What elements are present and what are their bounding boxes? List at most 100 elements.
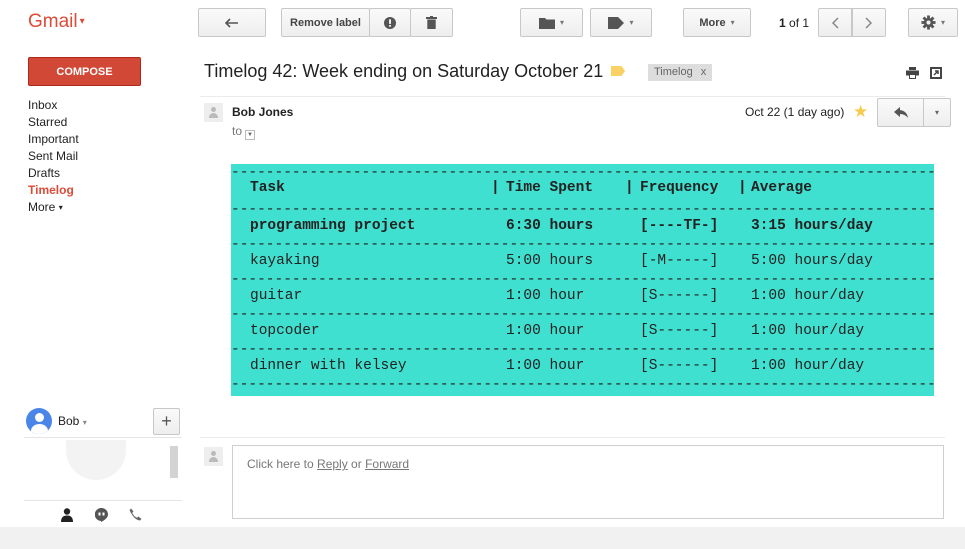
older-button[interactable] (852, 8, 886, 37)
reply-icon (893, 107, 908, 118)
report-spam-button[interactable] (369, 8, 411, 37)
table-rule: ----------------------------------------… (231, 381, 934, 389)
back-arrow-icon (225, 17, 238, 28)
sidebar-item-drafts[interactable]: Drafts (28, 164, 79, 182)
label-chip-text: Timelog (654, 66, 693, 78)
cell-frequency: [S------] (640, 288, 719, 304)
cell-time-spent: 5:00 hours (506, 253, 594, 269)
more-caret: ▾ (730, 18, 735, 27)
chat-user[interactable]: Bob ▾ (58, 414, 87, 428)
header-sep-1: | (491, 180, 500, 196)
table-rule: ----------------------------------------… (231, 311, 934, 319)
cell-frequency: [S------] (640, 323, 719, 339)
remove-label-button[interactable]: Remove label (281, 8, 370, 37)
gear-icon (921, 15, 936, 30)
logo-text: Gmail (28, 11, 78, 32)
label-remove-icon[interactable]: x (701, 66, 707, 78)
more-button[interactable]: More ▾ (683, 8, 751, 37)
table-row: kayaking 5:00 hours [-M-----] 5:00 hours/da… (231, 253, 934, 277)
message-date: Oct 22 (1 day ago) (745, 105, 845, 119)
page-total: of 1 (789, 16, 810, 30)
message-more-caret: ▾ (934, 108, 939, 117)
newer-button[interactable] (818, 8, 852, 37)
chevron-right-icon (865, 16, 873, 29)
move-to-caret: ▾ (559, 18, 564, 27)
label-tag-icon (608, 16, 625, 29)
trash-icon (426, 16, 437, 29)
phone-icon[interactable] (129, 508, 142, 526)
sender-name[interactable]: Bob Jones (232, 105, 293, 119)
cell-task: dinner with kelsey (250, 358, 407, 374)
timelog-table: ----------------------------------------… (231, 164, 934, 396)
to-label: to (232, 124, 243, 138)
sidebar-item-important[interactable]: Important (28, 130, 79, 148)
compose-button[interactable]: COMPOSE (28, 57, 141, 86)
sidebar-more-caret: ▾ (58, 203, 63, 212)
show-details-button[interactable]: ▼ (245, 130, 256, 140)
gmail-logo[interactable]: Gmail ▾ (28, 11, 85, 33)
my-avatar (204, 447, 223, 466)
header-frequency: Frequency (640, 180, 719, 196)
cell-time-spent: 1:00 hour (506, 288, 585, 304)
table-header-row: Task | Time Spent | Frequency | Average (231, 180, 934, 204)
more-text: More (699, 16, 726, 29)
sidebar-item-more[interactable]: More ▾ (28, 198, 79, 216)
contacts-icon[interactable] (61, 508, 73, 527)
reply-box[interactable]: Click here to Reply or Forward (232, 445, 944, 519)
chat-scrollbar[interactable] (170, 446, 178, 478)
cell-time-spent: 6:30 hours (506, 218, 594, 234)
email-subject: Timelog 42: Week ending on Saturday Octo… (204, 61, 604, 81)
back-button[interactable] (198, 8, 266, 37)
chat-user-caret: ▾ (82, 418, 87, 427)
cell-task: kayaking (250, 253, 320, 269)
labels-caret: ▾ (629, 18, 634, 27)
settings-button[interactable]: ▾ (908, 8, 958, 37)
chat-divider (24, 437, 182, 438)
hangouts-icon[interactable] (94, 507, 108, 527)
table-rule: ----------------------------------------… (231, 346, 934, 354)
new-chat-button[interactable]: + (153, 408, 180, 435)
sidebar-item-inbox[interactable]: Inbox (28, 96, 79, 114)
page-position: 1 (779, 16, 786, 30)
forward-link[interactable]: Forward (365, 457, 409, 471)
sender-avatar (204, 103, 223, 122)
sidebar-item-timelog[interactable]: Timelog (28, 181, 79, 199)
recipient-line: to ▼ (232, 124, 256, 140)
bottom-strip (0, 527, 965, 549)
sidebar-item-sent-mail[interactable]: Sent Mail (28, 147, 79, 165)
label-chip-timelog[interactable]: Timelog x (648, 64, 713, 81)
sidebar-item-starred[interactable]: Starred (28, 113, 79, 131)
remove-label-text: Remove label (290, 16, 361, 29)
avatar[interactable] (26, 408, 52, 434)
table-row: guitar 1:00 hour [S------] 1:00 hour/day (231, 288, 934, 312)
thread-divider (200, 96, 945, 97)
message-more-button[interactable]: ▾ (923, 98, 951, 127)
labels-button[interactable]: ▾ (590, 8, 652, 37)
cell-frequency: [S------] (640, 358, 719, 374)
page-count: 1 of 1 (779, 16, 809, 30)
folder-icon (538, 17, 555, 29)
star-icon[interactable]: ★ (853, 102, 868, 122)
table-row: programming project 6:30 hours [----TF-] 3:… (231, 218, 934, 242)
print-icon[interactable] (906, 66, 919, 84)
sidebar-more-label: More (28, 200, 56, 214)
cell-time-spent: 1:00 hour (506, 323, 585, 339)
cell-average: 1:00 hour/day (751, 358, 865, 374)
new-window-icon[interactable] (930, 66, 942, 84)
reply-link[interactable]: Reply (317, 457, 348, 471)
reply-button[interactable] (877, 98, 924, 127)
important-marker-icon[interactable] (611, 66, 625, 76)
cell-task: topcoder (250, 323, 320, 339)
delete-button[interactable] (410, 8, 453, 37)
reply-divider (200, 437, 945, 438)
header-average: Average (751, 180, 812, 196)
cell-average: 1:00 hour/day (751, 323, 865, 339)
cell-frequency: [-M-----] (640, 253, 719, 269)
header-sep-3: | (738, 180, 747, 196)
cell-task: programming project (250, 218, 416, 234)
table-row: dinner with kelsey 1:00 hour [S------] 1:00… (231, 358, 934, 382)
move-to-button[interactable]: ▾ (520, 8, 583, 37)
table-rule: ----------------------------------------… (231, 276, 934, 284)
header-task: Task (250, 180, 285, 196)
chat-user-name: Bob (58, 414, 80, 428)
